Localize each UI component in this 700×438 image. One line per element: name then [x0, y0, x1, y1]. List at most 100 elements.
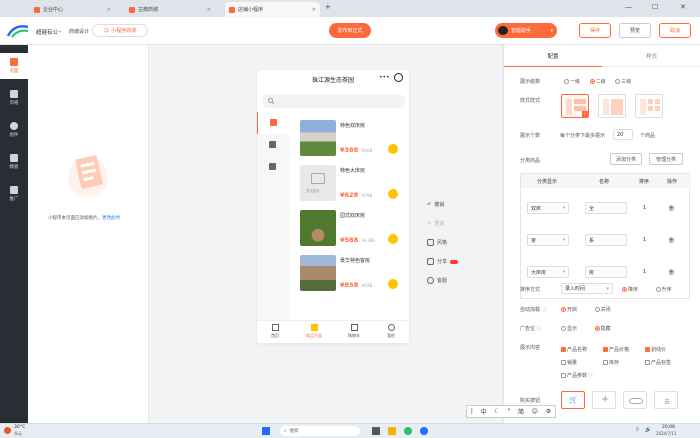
- share-tool[interactable]: 分享: [427, 258, 458, 265]
- mini-program-selector[interactable]: ☺ 小程序商城: [92, 24, 148, 37]
- close-icon[interactable]: ✕: [312, 7, 316, 13]
- grid-icon: [311, 324, 318, 331]
- publish-button[interactable]: 发布到正式: [329, 23, 371, 38]
- delete-button[interactable]: 删: [669, 237, 674, 244]
- delete-button[interactable]: 删: [669, 269, 674, 276]
- category-name-input[interactable]: 系: [585, 234, 627, 246]
- manage-category-button[interactable]: 管理分类: [649, 153, 683, 165]
- file-explorer-icon[interactable]: [388, 427, 396, 435]
- style-tool[interactable]: 风格: [427, 239, 447, 246]
- level-radio-2[interactable]: 二级: [590, 79, 606, 85]
- phone-search-bar[interactable]: [262, 94, 405, 108]
- new-tab-icon[interactable]: +: [325, 3, 331, 11]
- sort-select[interactable]: 录入时间▾: [561, 283, 613, 294]
- cart-style-option-4[interactable]: 去: [654, 391, 678, 409]
- delete-button[interactable]: 删: [669, 205, 674, 212]
- product-item[interactable]: 特色双床房 ¥388 ¥168: [300, 120, 400, 162]
- category-item[interactable]: [257, 134, 290, 156]
- add-to-cart-button[interactable]: [388, 144, 398, 154]
- auto-on-radio[interactable]: 开启: [561, 307, 577, 313]
- category-select[interactable]: 家▾: [527, 234, 569, 246]
- cart-style-option-3[interactable]: [623, 391, 647, 409]
- logo-text: 超越有公: [36, 28, 58, 36]
- cancel-button[interactable]: 取消: [659, 23, 691, 38]
- browser-tab-1[interactable]: 企业中心 ✕: [30, 2, 115, 17]
- content-cb-price[interactable]: 产品价格: [603, 344, 645, 357]
- category-select[interactable]: 双床▾: [527, 202, 569, 214]
- product-item[interactable]: 园式双床房 ¥588 ¥1388: [300, 210, 400, 252]
- punctuation-icon[interactable]: °: [507, 408, 510, 415]
- add-to-cart-button[interactable]: [388, 189, 398, 199]
- wechat-icon[interactable]: [404, 427, 412, 435]
- nav-category[interactable]: 商品分类: [303, 324, 325, 339]
- close-window-icon[interactable]: ✕: [680, 3, 686, 11]
- gear-icon[interactable]: ⚙: [546, 408, 551, 415]
- more-icon[interactable]: •••: [379, 74, 390, 81]
- nav-cart[interactable]: 购物车: [343, 324, 365, 339]
- add-to-cart-button[interactable]: [388, 234, 398, 244]
- volume-icon[interactable]: 🔊: [645, 427, 651, 433]
- category-name-input[interactable]: 全: [585, 202, 627, 214]
- ime-toolbar[interactable]: | 中 ☾ ° 简 ☺ ⚙: [466, 405, 556, 418]
- sidebar-item-page[interactable]: 页面: [0, 53, 28, 79]
- maximize-icon[interactable]: ☐: [652, 3, 658, 11]
- product-item[interactable]: 暂无图片 特色大床房 ¥628 ¥798: [300, 165, 400, 207]
- undo-tool[interactable]: ↶撤销: [427, 201, 444, 208]
- category-name-input[interactable]: 房: [585, 266, 627, 278]
- tab-style[interactable]: 样式: [602, 45, 700, 67]
- style-option-3[interactable]: [635, 94, 663, 118]
- content-cb-params[interactable]: 产品参数 ⓘ: [561, 370, 621, 383]
- assistant-button[interactable]: 智能助手 ▾: [495, 23, 557, 38]
- logo-icon: [6, 24, 30, 38]
- service-tool[interactable]: 客服: [427, 277, 447, 284]
- content-cb-strike[interactable]: 划线价: [645, 344, 687, 357]
- emoji-icon[interactable]: ☺: [532, 408, 538, 415]
- product-item[interactable]: 景华特色客房 ¥858 ¥188: [300, 255, 400, 297]
- count-input[interactable]: 20: [613, 129, 633, 140]
- add-to-cart-button[interactable]: [388, 279, 398, 289]
- level-radio-1[interactable]: 一级: [564, 79, 580, 85]
- windows-start-icon[interactable]: [262, 427, 270, 435]
- close-icon[interactable]: ✕: [107, 7, 111, 13]
- content-cb-name[interactable]: 产品名称: [561, 344, 603, 357]
- sort-asc-radio[interactable]: 升序: [656, 287, 672, 293]
- add-category-button[interactable]: 添加分类: [610, 153, 642, 165]
- category-select[interactable]: 大床房▾: [527, 266, 569, 278]
- target-icon[interactable]: [394, 73, 403, 82]
- empty-state-link[interactable]: 更改此时: [102, 216, 120, 221]
- content-cb-tags[interactable]: 产品标签: [645, 357, 687, 370]
- sidebar-item-style[interactable]: 风格: [0, 85, 28, 111]
- sidebar-item-template[interactable]: 模板: [0, 149, 28, 175]
- browser-tab-2[interactable]: 古典商城 ✕: [125, 2, 215, 17]
- content-cb-sales[interactable]: 销量: [561, 357, 603, 370]
- sort-desc-radio[interactable]: 降序: [622, 287, 638, 293]
- chevron-down-icon[interactable]: ▾: [59, 29, 61, 34]
- content-cb-stock[interactable]: 库存: [603, 357, 645, 370]
- category-item[interactable]: [257, 156, 290, 178]
- browser-tab-3[interactable]: 店铺小程序 ✕: [225, 2, 320, 17]
- minimize-icon[interactable]: —: [625, 3, 632, 11]
- nav-home[interactable]: 首页: [265, 324, 285, 339]
- taskbar-search[interactable]: ⌕ 搜索: [280, 426, 360, 436]
- redo-tool[interactable]: ↷重做: [427, 220, 444, 227]
- nav-mine[interactable]: 我的: [381, 324, 401, 339]
- style-option-2[interactable]: [598, 94, 626, 118]
- task-view-icon[interactable]: [372, 427, 380, 435]
- style-option-1[interactable]: ✓: [561, 94, 589, 118]
- tab-config[interactable]: 配置: [504, 45, 602, 67]
- network-icon[interactable]: ⌔: [635, 427, 640, 433]
- cart-style-option-1[interactable]: 🛒: [561, 391, 585, 409]
- ad-hide-radio[interactable]: 隐藏: [595, 326, 611, 332]
- moon-icon[interactable]: ☾: [494, 408, 499, 415]
- close-icon[interactable]: ✕: [207, 7, 211, 13]
- sidebar-item-component[interactable]: 组件: [0, 117, 28, 143]
- cart-style-option-2[interactable]: +: [592, 391, 616, 409]
- category-item-active[interactable]: [257, 112, 290, 134]
- auto-off-radio[interactable]: 关闭: [595, 307, 611, 313]
- level-radio-3[interactable]: 三级: [615, 79, 631, 85]
- ad-show-radio[interactable]: 显示: [561, 326, 577, 332]
- preview-button[interactable]: 预览: [619, 23, 651, 38]
- browser-icon[interactable]: [420, 427, 428, 435]
- save-button[interactable]: 保存: [579, 23, 611, 38]
- sidebar-item-promotion[interactable]: 推广: [0, 181, 28, 207]
